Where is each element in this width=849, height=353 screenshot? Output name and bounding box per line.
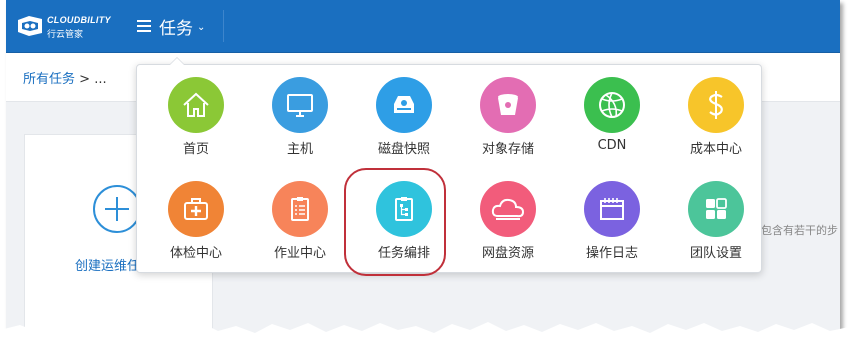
app-item-home[interactable]: 首页 [151, 77, 241, 161]
app-item-health-check[interactable]: 体检中心 [151, 181, 241, 265]
app-label: 团队设置 [689, 246, 742, 261]
app-item-cost-center[interactable]: 成本中心 [671, 77, 761, 161]
chevron-down-icon: ⌄ [197, 22, 206, 33]
app-item-team-settings[interactable]: 团队设置 [671, 181, 761, 265]
torn-edge [0, 322, 849, 353]
home-icon [168, 77, 224, 133]
app-label: 成本中心 [689, 142, 742, 157]
brand-logo[interactable]: CLOUDBILITY 行云管家 [16, 12, 134, 42]
app-item-job-center[interactable]: 作业中心 [255, 181, 345, 265]
app-label: 首页 [182, 142, 209, 157]
brand-name-cn: 行云管家 [47, 30, 84, 40]
app-item-netdisk[interactable]: 网盘资源 [463, 181, 553, 265]
module-dropdown-menu: 首页 主机 磁盘快照 对象存储 CDN 成本中心 体检中心 作业中心 任务编排 … [136, 57, 762, 273]
breadcrumb: 所有任务 > ... [23, 68, 107, 87]
bucket-icon [480, 77, 536, 133]
dollar-icon [688, 77, 744, 133]
create-task-label[interactable]: 创建运维任 [75, 255, 140, 274]
brand-name-en: CLOUDBILITY [47, 15, 111, 25]
app-item-disk-snapshot[interactable]: 磁盘快照 [359, 77, 449, 161]
disk-icon [376, 77, 432, 133]
app-label: 磁盘快照 [377, 142, 430, 157]
app-item-host[interactable]: 主机 [255, 77, 345, 161]
hamburger-icon [137, 20, 151, 32]
medkit-icon [168, 181, 224, 237]
app-label: 体检中心 [169, 246, 222, 261]
highlight-annotation [344, 168, 446, 276]
app-item-operation-log[interactable]: 操作日志 [567, 181, 657, 265]
description-text: 包含有若干的步 [761, 224, 838, 237]
navbar-divider [223, 10, 224, 42]
cloud-logo-icon [18, 16, 42, 36]
breadcrumb-current: ... [94, 72, 107, 87]
app-label: 主机 [286, 142, 313, 157]
module-title: 任务 [159, 18, 193, 39]
breadcrumb-separator: > [79, 72, 91, 87]
module-menu-button[interactable]: 任务 ⌄ [137, 13, 205, 39]
app-item-object-storage[interactable]: 对象存储 [463, 77, 553, 161]
app-label: CDN [597, 138, 627, 153]
calendar-icon [584, 181, 640, 237]
app-label: 对象存储 [481, 142, 534, 157]
monitor-icon [272, 77, 328, 133]
app-label: 操作日志 [585, 246, 638, 261]
cloud-icon [480, 181, 536, 237]
globe-icon [584, 77, 640, 133]
breadcrumb-root-link[interactable]: 所有任务 [23, 72, 75, 87]
plus-icon[interactable] [93, 185, 141, 233]
app-label: 网盘资源 [481, 246, 534, 261]
app-item-cdn[interactable]: CDN [567, 77, 657, 161]
grid-icon [688, 181, 744, 237]
app-label: 作业中心 [273, 246, 326, 261]
top-navbar: CLOUDBILITY 行云管家 任务 ⌄ [6, 0, 840, 53]
clipboard-icon [272, 181, 328, 237]
